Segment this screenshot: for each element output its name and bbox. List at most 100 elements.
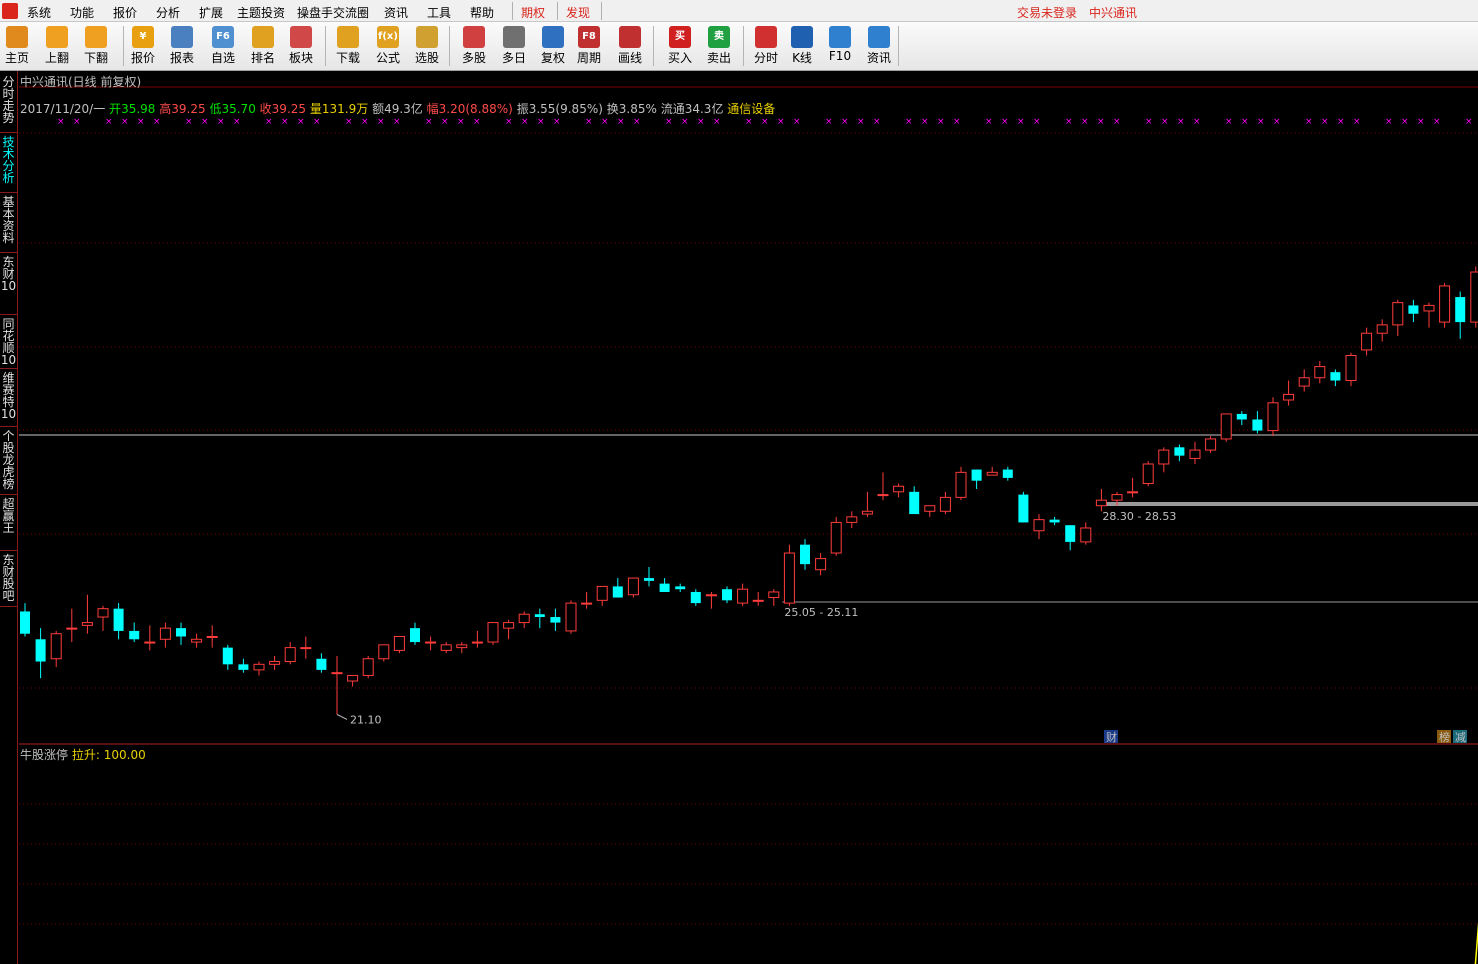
- candle: [877, 472, 889, 501]
- candle: [269, 655, 281, 670]
- candle-body: [800, 544, 810, 565]
- toolbar-button-kline[interactable]: K线: [782, 24, 822, 68]
- menu-item-extend[interactable]: 扩展: [199, 4, 223, 21]
- candle: [222, 644, 233, 670]
- change-label: 幅: [426, 102, 439, 116]
- login-status[interactable]: 交易未登录: [1017, 4, 1077, 21]
- menu-item-tools[interactable]: 工具: [427, 4, 451, 21]
- signal-marker: ×: [313, 117, 321, 127]
- toolbar-button-multi-stock[interactable]: 多股: [454, 24, 494, 68]
- low-pointer: [336, 713, 348, 720]
- side-tab-8[interactable]: 东财股吧: [0, 551, 17, 607]
- toolbar-separator: [743, 26, 744, 66]
- signal-marker: ×: [281, 117, 289, 127]
- toolbar-button-sell[interactable]: 卖卖出: [699, 24, 739, 68]
- side-tab-2[interactable]: 基本资料: [0, 193, 17, 253]
- signal-marker: ×: [841, 117, 849, 127]
- candle-body: [1080, 527, 1092, 543]
- candle: [1205, 436, 1217, 453]
- toolbar-button-adjust[interactable]: 复权: [533, 24, 573, 68]
- menu-item-theme-invest[interactable]: 主题投资: [237, 4, 285, 21]
- side-tab-0[interactable]: 分时走势: [0, 73, 17, 133]
- open-value: 35.98: [121, 102, 156, 116]
- toolbar-separator: [898, 26, 899, 66]
- side-tab-6[interactable]: 个股龙虎榜: [0, 427, 17, 495]
- side-tab-4[interactable]: 同花顺10: [0, 315, 17, 369]
- toolbar-button-download[interactable]: 下载: [328, 24, 368, 68]
- candle-body: [1252, 419, 1263, 431]
- indicator-title: 牛股涨停 拉升: 100.00: [20, 746, 146, 763]
- side-tab-3[interactable]: 东财10: [0, 253, 17, 315]
- side-tab-1[interactable]: 技术分析: [0, 133, 17, 193]
- candle-body: [1142, 463, 1154, 484]
- turnover-value: 3.85%: [618, 102, 657, 116]
- buy-icon: 买: [669, 26, 691, 48]
- toolbar-button-buy[interactable]: 买买入: [660, 24, 700, 68]
- toolbar-button-arrow-up[interactable]: 上翻: [37, 24, 77, 68]
- menu-item-trader-circle[interactable]: 操盘手交流圈: [297, 4, 369, 21]
- toolbar-button-f10[interactable]: F10: [820, 24, 860, 68]
- signal-marker: ×: [185, 117, 193, 127]
- toolbar-button-home[interactable]: 主页: [0, 24, 37, 68]
- float-value: 34.3亿: [684, 102, 724, 116]
- candle-body: [300, 647, 312, 650]
- toolbar-button-yen[interactable]: ¥ 报价: [123, 24, 163, 68]
- candle-body: [737, 588, 749, 604]
- toolbar-button-f8[interactable]: F8 周期: [569, 24, 609, 68]
- side-tab-7[interactable]: 超赢王: [0, 495, 17, 551]
- menu-item-news[interactable]: 资讯: [384, 4, 408, 21]
- candle-body: [534, 614, 545, 618]
- toolbar-button-ranking[interactable]: 排名: [243, 24, 283, 68]
- candle: [800, 539, 810, 570]
- signal-marker: ×: [1305, 117, 1313, 127]
- toolbar-button-report[interactable]: 报表: [162, 24, 202, 68]
- toolbar-button-arrow-down[interactable]: 下翻: [76, 24, 116, 68]
- candle: [362, 655, 374, 679]
- toolbar-button-formula[interactable]: f(x) 公式: [368, 24, 408, 68]
- signal-marker: ×: [1465, 117, 1473, 127]
- signal-marker: ×: [1417, 117, 1425, 127]
- candle-body: [284, 647, 296, 663]
- menu-item-discover[interactable]: 发现: [566, 4, 590, 21]
- kline-chart[interactable]: × × × × × × × × × × × × × × × × × × × × × × × × × × × × × × × × × × × × × × × ×…: [19, 71, 1478, 964]
- menu-item-system[interactable]: 系统: [27, 4, 51, 21]
- candle-body: [1049, 519, 1060, 523]
- toolbar-button-intraday[interactable]: 分时: [746, 24, 786, 68]
- menu-item-analysis[interactable]: 分析: [156, 4, 180, 21]
- candle: [1252, 411, 1263, 434]
- industry-label[interactable]: 通信设备: [727, 102, 775, 116]
- toolbar-button-draw-line[interactable]: 画线: [610, 24, 650, 68]
- candle-body: [518, 613, 530, 624]
- indicator-line-label: 拉升:: [71, 748, 100, 762]
- candle: [627, 577, 639, 598]
- candle: [284, 642, 296, 665]
- candle-body: [1018, 494, 1029, 523]
- candle: [861, 491, 873, 517]
- signal-marker: ×: [1145, 117, 1153, 127]
- toolbar-button-label: 复权: [540, 51, 565, 65]
- candle: [644, 566, 654, 587]
- toolbar-button-sector[interactable]: 板块: [281, 24, 321, 68]
- candle-body: [35, 639, 46, 662]
- side-tab-bar: 分时走势 技术分析 基本资料 东财10 同花顺10 维赛特10 个股龙虎榜 超赢王 东财股吧: [0, 71, 18, 964]
- menu-item-options[interactable]: 期权: [521, 4, 545, 21]
- signal-marker: ×: [361, 117, 369, 127]
- side-tab-5[interactable]: 维赛特10: [0, 369, 17, 427]
- signal-marker: ×: [1433, 117, 1441, 127]
- toolbar-button-f6[interactable]: F6 自选: [203, 24, 243, 68]
- toolbar-button-news[interactable]: 资讯: [859, 24, 899, 68]
- candle: [316, 653, 327, 673]
- menu-item-function[interactable]: 功能: [70, 4, 94, 21]
- menu-item-help[interactable]: 帮助: [470, 4, 494, 21]
- open-label: 开: [109, 102, 122, 116]
- toolbar-button-label: 卖出: [706, 51, 731, 65]
- candle: [1376, 319, 1388, 342]
- candle: [456, 642, 468, 654]
- toolbar-button-stock-pick[interactable]: 选股: [407, 24, 447, 68]
- toolbar: 主页 上翻 下翻 ¥ 报价 报表 F6 自选 排名 板块 下载 f(x) 公式 选股 多股 多日 复权 F8 周期 画…: [0, 22, 1478, 71]
- toolbar-button-multi-day[interactable]: 多日: [494, 24, 534, 68]
- candle-body: [20, 611, 30, 634]
- signal-markers: × × × × × × × × × × × × × × × × × × × × × × × × × × × × × × × × × × × × × × × ×…: [57, 117, 1473, 127]
- signal-marker: ×: [1113, 117, 1121, 127]
- menu-item-quote[interactable]: 报价: [113, 4, 137, 21]
